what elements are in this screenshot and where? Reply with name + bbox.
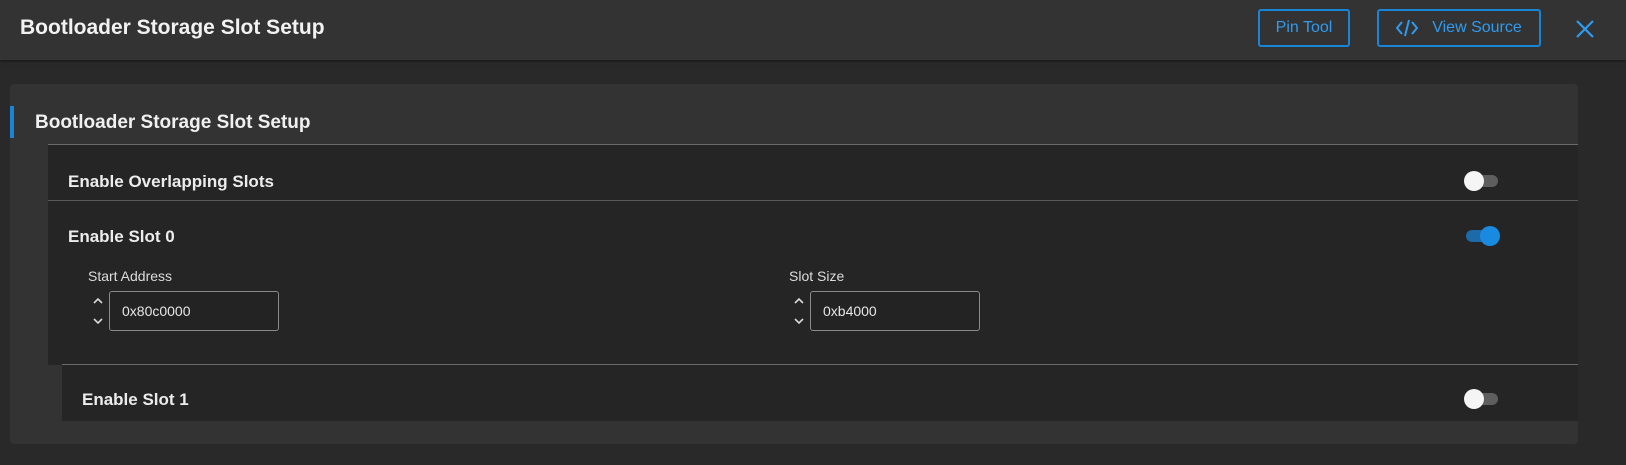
panel-title: Bootloader Storage Slot Setup [35, 112, 311, 133]
pin-tool-button[interactable]: Pin Tool [1258, 9, 1350, 47]
slot-size-label: Slot Size [789, 268, 845, 284]
overlapping-slots-label: Enable Overlapping Slots [68, 172, 274, 191]
toggle-knob [1464, 171, 1484, 191]
start-address-label: Start Address [88, 268, 173, 284]
page-title: Bootloader Storage Slot Setup [20, 16, 325, 39]
slot-setup-panel: Bootloader Storage Slot Setup Enable Ove… [10, 84, 1578, 444]
section-accent-bar [10, 106, 14, 138]
slot1-toggle[interactable] [1464, 388, 1500, 410]
toggle-knob [1480, 226, 1500, 246]
pin-tool-label: Pin Tool [1275, 19, 1333, 36]
chevron-up-icon[interactable] [792, 294, 806, 308]
code-icon [1396, 19, 1419, 37]
slot1-group: Enable Slot 1 [62, 364, 1578, 421]
slot-settings-group: Enable Overlapping Slots Enable Slot 0 S… [48, 144, 1578, 365]
chevron-down-icon[interactable] [91, 314, 105, 328]
close-icon[interactable] [1574, 18, 1596, 40]
slot1-label: Enable Slot 1 [82, 390, 189, 409]
chevron-up-icon[interactable] [91, 294, 105, 308]
row-divider [48, 200, 1578, 201]
top-bar: Bootloader Storage Slot Setup Pin Tool V… [0, 0, 1626, 60]
toggle-knob [1464, 389, 1484, 409]
chevron-down-icon[interactable] [792, 314, 806, 328]
slot0-label: Enable Slot 0 [68, 227, 175, 246]
slot-size-input[interactable] [810, 291, 980, 331]
view-source-button[interactable]: View Source [1377, 9, 1541, 47]
slot0-toggle[interactable] [1464, 225, 1500, 247]
start-address-stepper[interactable] [91, 291, 105, 331]
overlapping-slots-toggle[interactable] [1464, 170, 1500, 192]
slot-size-stepper[interactable] [792, 291, 806, 331]
start-address-input[interactable] [109, 291, 279, 331]
view-source-label: View Source [1432, 19, 1522, 36]
